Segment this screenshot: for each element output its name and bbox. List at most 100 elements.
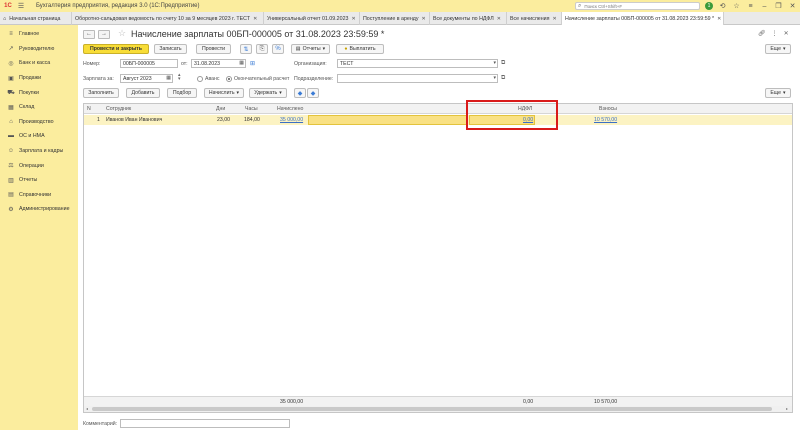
bar-chart-icon: ▥ xyxy=(8,177,14,184)
sidebar-item-payroll[interactable]: ☺ Зарплата и кадры xyxy=(0,144,78,159)
date-field[interactable]: 31.08.2023 ▦ xyxy=(191,59,246,68)
notification-bell-icon[interactable]: 1 xyxy=(705,2,713,10)
tab-salary-accrual[interactable]: Начисление зарплаты 00БП-000005 от 31.08… xyxy=(562,12,724,25)
number-label: Номер: xyxy=(83,61,101,67)
header-hours[interactable]: Часы xyxy=(245,106,258,112)
sidebar-item-reports[interactable]: ▥ Отчеты xyxy=(0,173,78,188)
favorites-star-icon[interactable]: ☆ xyxy=(732,2,741,10)
period-spinner-icon[interactable]: ▴ ▾ xyxy=(178,73,181,82)
sidebar-item-sales[interactable]: ▣ Продажи xyxy=(0,71,78,86)
tab-all-accruals[interactable]: Все начисления ✕ xyxy=(507,12,562,25)
app-title: Бухгалтерия предприятия, редакция 3.0 (1… xyxy=(36,3,200,9)
close-window-icon[interactable]: ✕ xyxy=(788,2,797,10)
row-contributions-link[interactable]: 10 570,00 xyxy=(594,117,617,123)
save-button[interactable]: Записать xyxy=(154,44,187,54)
advance-radio[interactable] xyxy=(197,76,203,82)
search-box[interactable]: ⌕ xyxy=(575,2,700,10)
sidebar-item-fixed-assets[interactable]: ▬ ОС и НМА xyxy=(0,129,78,144)
restore-icon[interactable]: ❐ xyxy=(774,2,783,10)
header-n[interactable]: N xyxy=(87,106,91,112)
move-down-icon[interactable]: ◆ xyxy=(307,88,319,98)
calendar-icon[interactable]: ▦ xyxy=(239,60,244,66)
search-input[interactable] xyxy=(584,3,685,9)
sidebar-item-manager[interactable]: ↗ Руководителю xyxy=(0,42,78,57)
row-accrued-link[interactable]: 35 000,00 xyxy=(280,117,303,123)
sidebar-item-administration[interactable]: ⚙ Администрирование xyxy=(0,202,78,217)
chevron-down-icon[interactable]: ▾ xyxy=(493,75,496,81)
add-button[interactable]: Добавить xyxy=(126,88,160,98)
percent-icon[interactable]: % xyxy=(272,44,284,54)
menu-icon[interactable]: ☰ xyxy=(16,2,26,10)
close-tab-icon[interactable]: ✕ xyxy=(253,16,257,22)
more-button[interactable]: Еще ▾ xyxy=(765,44,791,54)
open-link-icon[interactable]: ⧉ xyxy=(501,60,505,67)
sidebar-item-main[interactable]: ≡ Главное xyxy=(0,27,78,42)
post-and-close-button[interactable]: Провести и закрыть xyxy=(83,44,149,54)
tab-universal-report[interactable]: Универсальный отчет 01.09.2023 ✕ xyxy=(264,12,360,25)
close-form-icon[interactable]: ✕ xyxy=(784,30,789,37)
calendar-icon[interactable]: ▦ xyxy=(166,75,171,81)
scroll-right-icon[interactable]: ▸ xyxy=(786,406,788,411)
accrue-dropdown-button[interactable]: Начислить ▾ xyxy=(204,88,244,98)
tab-home[interactable]: ⌂ Начальная страница xyxy=(0,12,72,25)
scroll-left-icon[interactable]: ◂ xyxy=(86,406,88,411)
header-contributions[interactable]: Взносы xyxy=(599,106,617,112)
more-vertical-icon[interactable]: ⋮ xyxy=(772,30,778,37)
table-more-button[interactable]: Еще ▾ xyxy=(765,88,791,98)
tab-ndfl-documents[interactable]: Все документы по НДФЛ ✕ xyxy=(430,12,507,25)
minimize-icon[interactable]: – xyxy=(760,3,769,10)
row-employee[interactable]: Иванов Иван Иванович xyxy=(106,117,162,123)
header-employee[interactable]: Сотрудник xyxy=(106,106,131,112)
total-contributions: 10 570,00 xyxy=(594,399,618,405)
sections-sidebar: ≡ Главное ↗ Руководителю ◎ Банк и касса ▣ Пр… xyxy=(0,25,78,430)
chevron-down-icon[interactable]: ▾ xyxy=(493,60,496,66)
close-tab-icon[interactable]: ✕ xyxy=(717,16,721,22)
deduct-dropdown-button[interactable]: Удержать ▾ xyxy=(249,88,287,98)
department-field[interactable]: ▾ xyxy=(337,74,498,83)
comment-field[interactable] xyxy=(120,419,290,428)
organization-field[interactable]: ТЕСТ ▾ xyxy=(337,59,498,68)
scrollbar-thumb[interactable] xyxy=(92,407,772,411)
fill-button[interactable]: Заполнить xyxy=(83,88,119,98)
reports-dropdown-button[interactable]: ▤ Отчеты ▾ xyxy=(291,44,330,54)
sidebar-item-operations[interactable]: ⚖ Операции xyxy=(0,158,78,173)
accrual-detail-cell[interactable] xyxy=(308,115,468,125)
pay-button[interactable]: ● Выплатить xyxy=(336,44,384,54)
sidebar-item-production[interactable]: ⌂ Производство xyxy=(0,115,78,130)
pick-button[interactable]: Подбор xyxy=(167,88,197,98)
post-button[interactable]: Провести xyxy=(196,44,231,54)
attach-icon[interactable]: ⎘ xyxy=(256,44,268,54)
favorite-star-icon[interactable]: ☆ xyxy=(118,28,126,39)
sidebar-item-warehouse[interactable]: ▦ Склад xyxy=(0,100,78,115)
open-link-icon[interactable]: ⧉ xyxy=(501,75,505,82)
row-hours[interactable]: 184,00 xyxy=(244,117,260,123)
close-tab-icon[interactable]: ✕ xyxy=(351,16,355,22)
close-tab-icon[interactable]: ✕ xyxy=(497,16,501,22)
history-icon[interactable]: ⟲ xyxy=(718,2,727,10)
sidebar-item-purchases[interactable]: ⛟ Покупки xyxy=(0,85,78,100)
settings-menu-icon[interactable]: ≡ xyxy=(746,3,755,10)
close-tab-icon[interactable]: ✕ xyxy=(422,16,426,22)
horizontal-scrollbar[interactable]: ◂ ▸ xyxy=(84,406,792,412)
table-row[interactable]: 1 Иванов Иван Иванович 23,00 184,00 35 0… xyxy=(84,115,792,125)
number-field[interactable]: 00БП-000005 xyxy=(120,59,178,68)
header-days[interactable]: Дни xyxy=(216,106,225,112)
chevron-down-icon: ▾ xyxy=(322,46,326,52)
tab-osv-report[interactable]: Оборотно-сальдовая ведомость по счету 10… xyxy=(72,12,264,25)
date-history-icon[interactable]: ⊞ xyxy=(250,60,255,67)
tab-lease-receipt[interactable]: Поступление в аренду ✕ xyxy=(360,12,430,25)
back-button[interactable]: ← xyxy=(83,30,95,39)
sidebar-item-catalogs[interactable]: ▤ Справочники xyxy=(0,188,78,203)
dt-kt-icon[interactable]: ⇅ xyxy=(240,44,252,54)
link-icon[interactable]: 🔗︎ xyxy=(758,30,766,37)
salary-period-field[interactable]: Август 2023 ▦ xyxy=(120,74,173,83)
row-days[interactable]: 23,00 xyxy=(217,117,230,123)
header-accrued[interactable]: Начислено xyxy=(277,106,303,112)
sidebar-item-bank-cash[interactable]: ◎ Банк и касса xyxy=(0,56,78,71)
move-up-icon[interactable]: ◆ xyxy=(294,88,306,98)
trend-chart-icon: ↗ xyxy=(8,46,14,53)
final-calculation-radio[interactable] xyxy=(226,76,232,82)
salary-for-label: Зарплата за: xyxy=(83,76,114,82)
close-tab-icon[interactable]: ✕ xyxy=(553,16,557,22)
forward-button[interactable]: → xyxy=(98,30,110,39)
